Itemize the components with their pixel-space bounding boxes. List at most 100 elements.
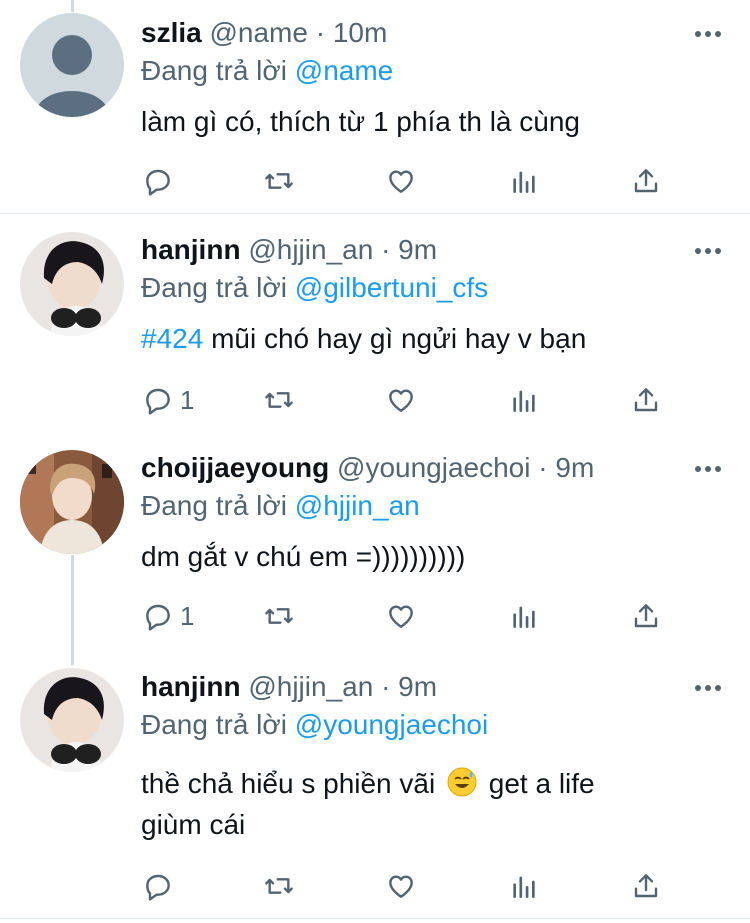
user-handle[interactable]: @name (209, 17, 307, 48)
reply-button[interactable]: 1 (142, 596, 194, 636)
avatar-choijjaeyoung[interactable] (20, 450, 124, 554)
like-button[interactable] (385, 380, 417, 420)
replying-to: Đang trả lời @hjjin_an (141, 489, 420, 523)
user-handle[interactable]: @hjjin_an (248, 234, 373, 265)
tweet[interactable]: szlia @name · 10m Đang trả lời @name làm… (0, 0, 750, 213)
replying-to: Đang trả lời @name (141, 54, 393, 88)
retweet-button[interactable] (263, 161, 295, 201)
separator-dot: · (381, 234, 391, 265)
like-icon (389, 875, 413, 898)
tweet-actions (0, 866, 750, 906)
tweet-actions (0, 161, 750, 201)
analytics-button[interactable] (508, 596, 540, 636)
more-icon[interactable] (694, 462, 722, 474)
mention-link[interactable]: @gilbertuni_cfs (295, 272, 488, 303)
user-handle[interactable]: @youngjaechoi (337, 452, 530, 483)
like-icon (389, 389, 413, 412)
replying-prefix: Đang trả lời (141, 55, 287, 86)
user-handle[interactable]: @hjjin_an (248, 671, 373, 702)
retweet-icon (265, 173, 293, 189)
reply-count: 1 (180, 600, 195, 631)
tweet-text-content: làm gì có, thích từ 1 phía th là cùng (141, 106, 580, 137)
tweet-header: choijjaeyoung @youngjaechoi · 9m (141, 451, 594, 485)
analytics-icon (513, 390, 535, 412)
tweet-header: hanjinn @hjjin_an · 9m (141, 233, 437, 267)
tweet-text-content: giùm cái (141, 809, 246, 840)
retweet-icon (265, 608, 293, 624)
share-button[interactable] (630, 596, 662, 636)
retweet-button[interactable] (263, 866, 295, 906)
analytics-icon (513, 876, 535, 898)
reply-icon (146, 388, 170, 415)
analytics-button[interactable] (508, 866, 540, 906)
mention-link[interactable]: @hjjin_an (295, 490, 420, 521)
reply-icon (146, 169, 170, 196)
share-icon (634, 874, 658, 898)
like-button[interactable] (385, 161, 417, 201)
share-icon (634, 604, 658, 628)
timestamp[interactable]: 9m (398, 671, 437, 702)
hashtag-link[interactable]: #424 (141, 323, 203, 354)
display-name[interactable]: hanjinn (141, 671, 241, 702)
replying-prefix: Đang trả lời (141, 490, 287, 521)
retweet-icon (265, 878, 293, 894)
tweet[interactable]: hanjinn @hjjin_an · 9m Đang trả lời @you… (0, 651, 750, 923)
retweet-button[interactable] (263, 380, 295, 420)
tweet-text: dm gắt v chú em =)))))))))) (141, 536, 721, 577)
tweet-text: thề chả hiểu s phiền vãi get a life giùm… (141, 763, 721, 845)
tweet[interactable]: choijjaeyoung @youngjaechoi · 9m Đang tr… (0, 432, 750, 650)
sweat-smile-emoji-icon (447, 767, 477, 797)
share-button[interactable] (630, 866, 662, 906)
reply-button[interactable] (142, 161, 180, 201)
tweet-text-content: dm gắt v chú em =)))))))))) (141, 541, 466, 572)
like-icon (389, 605, 413, 628)
avatar-hanjinn[interactable] (20, 668, 124, 772)
reply-count: 1 (180, 384, 195, 415)
separator-dot: · (315, 17, 326, 48)
reply-icon (146, 874, 170, 901)
tweet-header: hanjinn @hjjin_an · 9m (141, 670, 437, 704)
tweet-header: szlia @name · 10m (141, 16, 387, 50)
timestamp[interactable]: 10m (333, 17, 387, 48)
replying-prefix: Đang trả lời (141, 272, 287, 303)
share-icon (634, 169, 658, 193)
more-icon[interactable] (694, 244, 722, 256)
analytics-icon (513, 171, 535, 193)
tweet-actions: 1 (0, 596, 750, 636)
retweet-icon (265, 392, 293, 408)
mention-link[interactable]: @youngjaechoi (295, 709, 488, 740)
analytics-icon (513, 606, 535, 628)
reply-button[interactable] (142, 866, 180, 906)
tweet-text-content: thề chả hiểu s phiền vãi (141, 768, 436, 799)
like-button[interactable] (385, 866, 417, 906)
reply-button[interactable]: 1 (142, 380, 194, 420)
avatar-default[interactable] (20, 13, 124, 117)
more-icon[interactable] (694, 27, 722, 39)
analytics-button[interactable] (508, 161, 540, 201)
timestamp[interactable]: 9m (555, 452, 594, 483)
avatar-hanjinn[interactable] (20, 232, 124, 336)
replying-to: Đang trả lời @youngjaechoi (141, 708, 488, 742)
more-icon[interactable] (694, 681, 722, 693)
like-button[interactable] (385, 596, 417, 636)
separator-dot: · (381, 671, 391, 702)
share-button[interactable] (630, 380, 662, 420)
timestamp[interactable]: 9m (398, 234, 437, 265)
replying-prefix: Đang trả lời (141, 709, 287, 740)
replying-to: Đang trả lời @gilbertuni_cfs (141, 271, 488, 305)
retweet-button[interactable] (263, 596, 295, 636)
display-name[interactable]: szlia (141, 17, 202, 48)
like-icon (389, 170, 413, 193)
tweet-separator (0, 918, 750, 919)
share-icon (634, 388, 658, 412)
share-button[interactable] (630, 161, 662, 201)
tweet-text-content: get a life (488, 768, 595, 799)
mention-link[interactable]: @name (295, 55, 393, 86)
reply-icon (146, 604, 170, 631)
display-name[interactable]: hanjinn (141, 234, 241, 265)
tweet-text: làm gì có, thích từ 1 phía th là cùng (141, 101, 721, 142)
tweet-actions: 1 (0, 380, 750, 420)
analytics-button[interactable] (508, 380, 540, 420)
display-name[interactable]: choijjaeyoung (141, 452, 329, 483)
tweet[interactable]: hanjinn @hjjin_an · 9m Đang trả lời @gil… (0, 214, 750, 431)
